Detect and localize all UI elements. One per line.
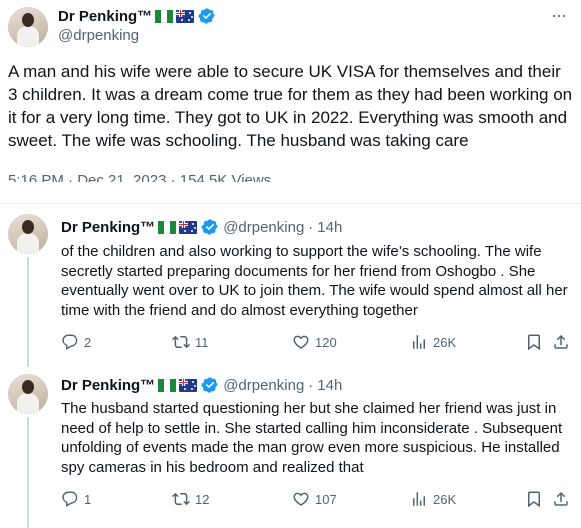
repost-button[interactable]: 11 [172, 333, 209, 351]
share-icon [554, 491, 568, 506]
bookmark-button[interactable] [525, 490, 543, 508]
author-handle[interactable]: @drpenking [223, 377, 304, 394]
avatar[interactable] [8, 214, 48, 254]
views-icon [413, 335, 425, 349]
reply-icon [62, 334, 78, 350]
verified-badge-icon [201, 377, 218, 393]
action-bar: 2 11 120 26K [61, 333, 576, 353]
author-row: Dr Penking™ @drpenking · 14h [61, 218, 342, 236]
share-button[interactable] [552, 490, 570, 508]
tweet-meta: 5:16 PM · Dec 21, 2023 · 154.5K Views [8, 170, 271, 182]
author-handle[interactable]: @drpenking [58, 27, 139, 44]
share-button[interactable] [552, 333, 570, 351]
reply-button[interactable]: 2 [61, 333, 91, 351]
reply-timestamp[interactable]: 14h [317, 377, 342, 394]
tweet-meta-text[interactable]: 5:16 PM · Dec 21, 2023 · 154.5K Views [8, 172, 271, 182]
separator-dot: · [308, 376, 314, 394]
views-count: 26K [433, 334, 457, 350]
author-name[interactable]: Dr Penking™ [58, 8, 152, 25]
author-name[interactable]: Dr Penking™ [61, 219, 155, 236]
bookmark-icon [528, 334, 540, 351]
more-icon[interactable]: ··· [551, 6, 567, 24]
repost-button[interactable]: 12 [172, 490, 209, 508]
australia-flag-icon [176, 9, 195, 23]
share-icon [554, 334, 568, 349]
author-handle[interactable]: @drpenking [223, 219, 304, 236]
like-icon [293, 492, 309, 506]
reply-button[interactable]: 1 [61, 490, 91, 508]
australia-flag-icon [179, 220, 198, 234]
repost-count: 11 [195, 334, 209, 350]
like-button[interactable]: 120 [292, 333, 337, 351]
views-icon [413, 492, 425, 506]
australia-flag-icon [179, 378, 198, 392]
like-button[interactable]: 107 [292, 490, 337, 508]
action-bar: 1 12 107 26K [61, 490, 576, 510]
reply-icon [62, 491, 78, 507]
like-icon [293, 335, 309, 349]
nigeria-flag-icon [158, 220, 177, 234]
separator-dot: · [308, 218, 314, 236]
views-button[interactable]: 26K [410, 490, 456, 508]
like-count: 107 [315, 491, 337, 507]
reply-timestamp[interactable]: 14h [317, 219, 342, 236]
avatar[interactable] [8, 7, 48, 47]
views-count: 26K [433, 491, 457, 507]
reply-text: The husband started questioning her but … [61, 400, 563, 476]
repost-icon [172, 335, 190, 349]
avatar[interactable] [8, 374, 48, 414]
views-button[interactable]: 26K [410, 333, 456, 351]
thread-connector [27, 257, 29, 367]
nigeria-flag-icon [155, 9, 174, 23]
divider [0, 203, 581, 204]
repost-count: 12 [195, 491, 210, 507]
like-count: 120 [315, 334, 337, 350]
reply-text: of the children and also working to supp… [61, 243, 568, 319]
bookmark-button[interactable] [525, 333, 543, 351]
author-row: Dr Penking™ @drpenking · 14h [61, 376, 342, 394]
nigeria-flag-icon [158, 378, 177, 392]
tweet-text: A man and his wife were able to secure U… [8, 62, 573, 150]
author-name[interactable]: Dr Penking™ [61, 377, 155, 394]
verified-badge-icon [198, 8, 215, 24]
bookmark-icon [528, 491, 540, 508]
verified-badge-icon [201, 219, 218, 235]
repost-icon [172, 492, 190, 506]
thread-connector [27, 417, 29, 528]
author-row: Dr Penking™ [58, 7, 216, 25]
reply-count: 2 [84, 334, 92, 350]
reply-count: 1 [84, 491, 92, 507]
